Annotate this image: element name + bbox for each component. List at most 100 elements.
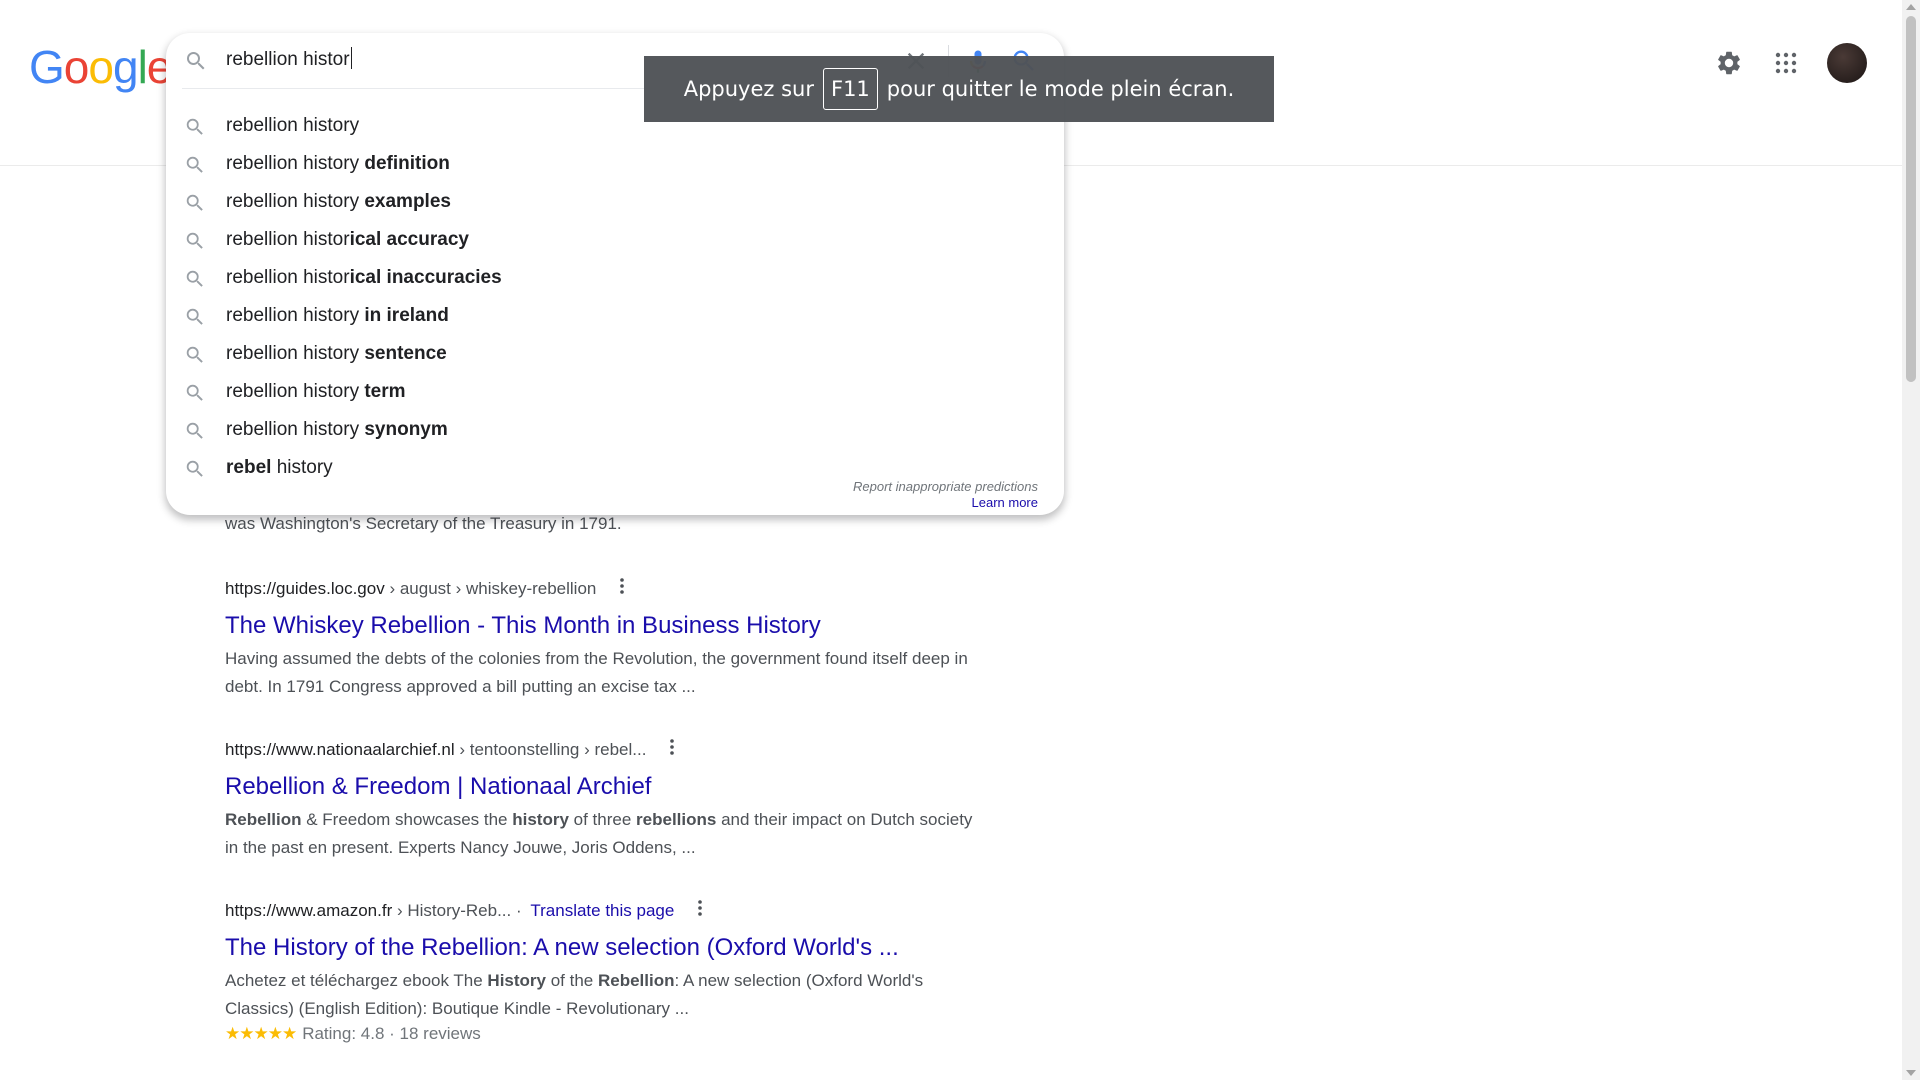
- fullscreen-notice-text-before: Appuyez sur: [683, 77, 814, 101]
- fullscreen-notice-text-after: pour quitter le mode plein écran.: [886, 77, 1235, 101]
- more-options-icon[interactable]: [697, 899, 703, 924]
- suggestion-item[interactable]: rebellion history definition: [166, 145, 1064, 183]
- result-title-link[interactable]: The Whiskey Rebellion - This Month in Bu…: [225, 611, 1025, 641]
- result-cite: https://www.amazon.fr › History-Reb... ·…: [225, 899, 1025, 923]
- suggestion-prefix: rebellion history: [226, 305, 360, 326]
- search-icon: [184, 420, 206, 442]
- search-icon: [184, 192, 206, 214]
- result-cite: https://guides.loc.gov › august › whiske…: [225, 577, 1025, 601]
- result-domain[interactable]: https://www.amazon.fr: [225, 901, 392, 920]
- suggestion-item[interactable]: rebellion history sentence: [166, 335, 1064, 373]
- result-snippet: Achetez et téléchargez ebook The History…: [225, 967, 985, 1023]
- result-path: › tentoonstelling › rebel...: [454, 740, 647, 759]
- suggestion-completion: ical accuracy: [349, 229, 469, 250]
- search-icon: [184, 268, 206, 290]
- logo-letter: o: [63, 41, 90, 93]
- suggestion-text: rebellion history synonym: [226, 419, 448, 441]
- suggestion-text: rebel history: [226, 457, 333, 479]
- suggestion-item[interactable]: rebellion history synonym: [166, 411, 1064, 449]
- result-path: › august › whiskey-rebellion: [384, 579, 597, 598]
- result-snippet-partial: was Washington's Secretary of the Treasu…: [225, 514, 622, 533]
- suggestion-completion: rebel: [226, 457, 272, 478]
- logo-letter: g: [112, 41, 139, 93]
- suggestion-item[interactable]: rebellion history in ireland: [166, 297, 1064, 335]
- logo-letter: l: [137, 41, 148, 93]
- scrollbar-thumb[interactable]: [1906, 16, 1916, 382]
- suggestion-text: rebellion history definition: [226, 153, 450, 175]
- snippet-part: of the: [546, 971, 598, 990]
- suggestion-suffix: history: [271, 457, 333, 478]
- suggestion-text: rebellion history: [226, 115, 359, 137]
- search-query-text: rebellion histor: [226, 49, 350, 70]
- search-icon: [184, 382, 206, 404]
- suggestion-text: rebellion history examples: [226, 191, 451, 213]
- result-title-link[interactable]: The History of the Rebellion: A new sele…: [225, 933, 1025, 963]
- suggestion-prefix: rebellion history: [226, 191, 360, 212]
- rating-text: Rating: 4.8 · 18 reviews: [302, 1024, 481, 1043]
- account-avatar[interactable]: [1827, 43, 1867, 83]
- suggestion-item[interactable]: rebellion historical inaccuracies: [166, 259, 1064, 297]
- snippet-part: & Freedom showcases the: [301, 810, 513, 829]
- f11-key-badge: F11: [822, 68, 878, 110]
- report-predictions: Report inappropriate predictions Learn m…: [853, 479, 1038, 511]
- fullscreen-notice: Appuyez sur F11 pour quitter le mode ple…: [644, 56, 1274, 122]
- suggestion-prefix: rebellion history: [226, 115, 360, 136]
- logo-letter: G: [29, 41, 65, 93]
- translate-page-link[interactable]: Translate this page: [530, 901, 674, 920]
- more-options-icon[interactable]: [669, 738, 675, 763]
- suggestion-completion: term: [359, 381, 406, 402]
- result-snippet: Rebellion & Freedom showcases the histor…: [225, 806, 985, 862]
- scroll-down-arrow-icon[interactable]: [1906, 1070, 1916, 1076]
- google-logo[interactable]: Google: [29, 40, 172, 94]
- result-snippet: Having assumed the debts of the colonies…: [225, 649, 968, 696]
- snippet-part: Achetez et téléchargez ebook The: [225, 971, 488, 990]
- search-input[interactable]: rebellion histor: [226, 47, 352, 71]
- more-options-icon[interactable]: [619, 577, 625, 602]
- suggestion-completion: examples: [359, 191, 451, 212]
- snippet-part: history: [512, 810, 569, 829]
- suggestion-prefix: rebellion histor: [226, 267, 350, 288]
- suggestion-prefix: rebellion history: [226, 381, 360, 402]
- search-result: https://www.nationaalarchief.nl › tentoo…: [225, 738, 1025, 862]
- search-icon: [184, 306, 206, 328]
- suggestion-text: rebellion history term: [226, 381, 406, 403]
- logo-letter: o: [88, 41, 114, 93]
- result-domain[interactable]: https://guides.loc.gov: [225, 579, 385, 598]
- suggestion-completion: in ireland: [359, 305, 449, 326]
- suggestion-text: rebellion history in ireland: [226, 305, 449, 327]
- result-cite: https://www.nationaalarchief.nl › tentoo…: [225, 738, 1025, 762]
- suggestion-item[interactable]: rebellion history term: [166, 373, 1064, 411]
- scrollbar[interactable]: [1902, 0, 1920, 1080]
- suggestion-text: rebellion historical inaccuracies: [226, 267, 502, 289]
- snippet-part: of three: [568, 810, 637, 829]
- suggestion-prefix: rebellion histor: [226, 229, 350, 250]
- suggestion-completion: definition: [359, 153, 450, 174]
- learn-more-link[interactable]: Learn more: [853, 495, 1038, 511]
- search-icon: [184, 154, 206, 176]
- suggestion-prefix: rebellion history: [226, 153, 360, 174]
- rating-row: ★★★★★ Rating: 4.8 · 18 reviews: [225, 1023, 1025, 1045]
- text-caret: [350, 47, 352, 69]
- suggestion-prefix: rebellion history: [226, 419, 360, 440]
- suggestion-item[interactable]: rebellion historical accuracy: [166, 221, 1064, 259]
- suggestion-completion: ical inaccuracies: [349, 267, 502, 288]
- snippet-part: rebellions: [636, 810, 717, 829]
- report-predictions-link[interactable]: Report inappropriate predictions: [853, 479, 1038, 495]
- search-result: https://guides.loc.gov › august › whiske…: [225, 577, 1025, 701]
- result-domain[interactable]: https://www.nationaalarchief.nl: [225, 740, 455, 759]
- scroll-up-arrow-icon[interactable]: [1906, 4, 1916, 10]
- apps-grid-icon[interactable]: [1768, 45, 1804, 81]
- snippet-part: Rebellion: [597, 971, 675, 990]
- snippet-part: Rebellion: [225, 810, 302, 829]
- search-icon: [184, 116, 206, 138]
- search-icon: [184, 344, 206, 366]
- settings-gear-icon[interactable]: [1711, 45, 1747, 81]
- search-result: https://www.amazon.fr › History-Reb... ·…: [225, 899, 1025, 1045]
- suggestion-item[interactable]: rebellion history examples: [166, 183, 1064, 221]
- suggestion-text: rebellion history sentence: [226, 343, 447, 365]
- result-title-link[interactable]: Rebellion & Freedom | Nationaal Archief: [225, 772, 1025, 802]
- search-icon: [184, 230, 206, 252]
- result-path: › History-Reb...: [392, 901, 512, 920]
- suggestion-text: rebellion historical accuracy: [226, 229, 469, 251]
- search-icon: [184, 49, 208, 73]
